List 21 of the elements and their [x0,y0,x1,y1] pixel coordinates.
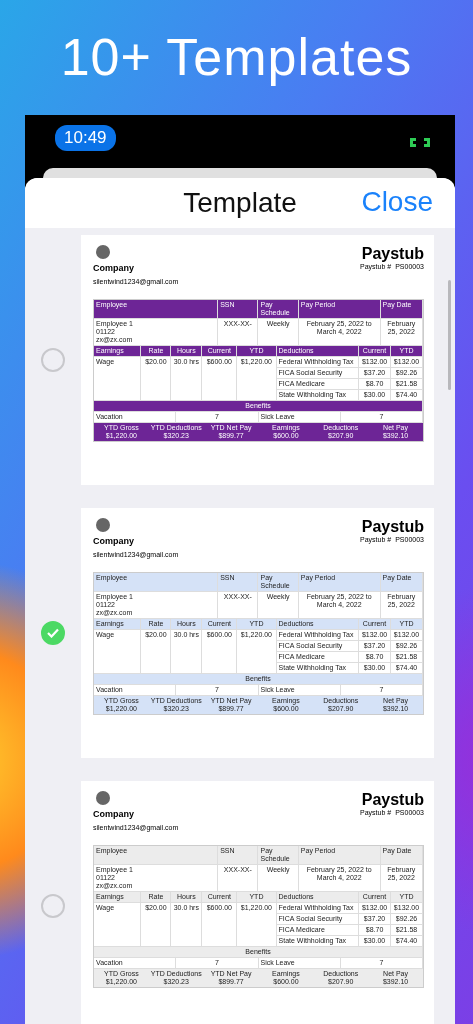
promo-heading: 10+ Templates [60,26,413,88]
paystub-title: Paystub [360,518,424,536]
logo-icon [96,245,110,259]
paystub-preview[interactable] [81,508,434,758]
company-name: Company [93,809,135,819]
company-name: Company [93,263,135,273]
company-name: Company [93,536,135,546]
paystub-preview[interactable] [81,781,434,1024]
close-button[interactable]: Close [361,186,433,218]
logo-icon [96,518,110,532]
time-pill: 10:49 [55,124,116,151]
radio-button[interactable] [41,894,65,918]
check-icon [47,628,59,638]
logo-icon [96,791,110,805]
radio-button[interactable] [41,621,65,645]
paystub-title: Paystub [360,791,424,809]
sheet-title: Template [183,187,297,219]
paystub-preview[interactable] [81,235,434,485]
paystub-title: Paystub [360,245,424,263]
radio-button[interactable] [41,348,65,372]
bracket-icon [410,137,430,147]
